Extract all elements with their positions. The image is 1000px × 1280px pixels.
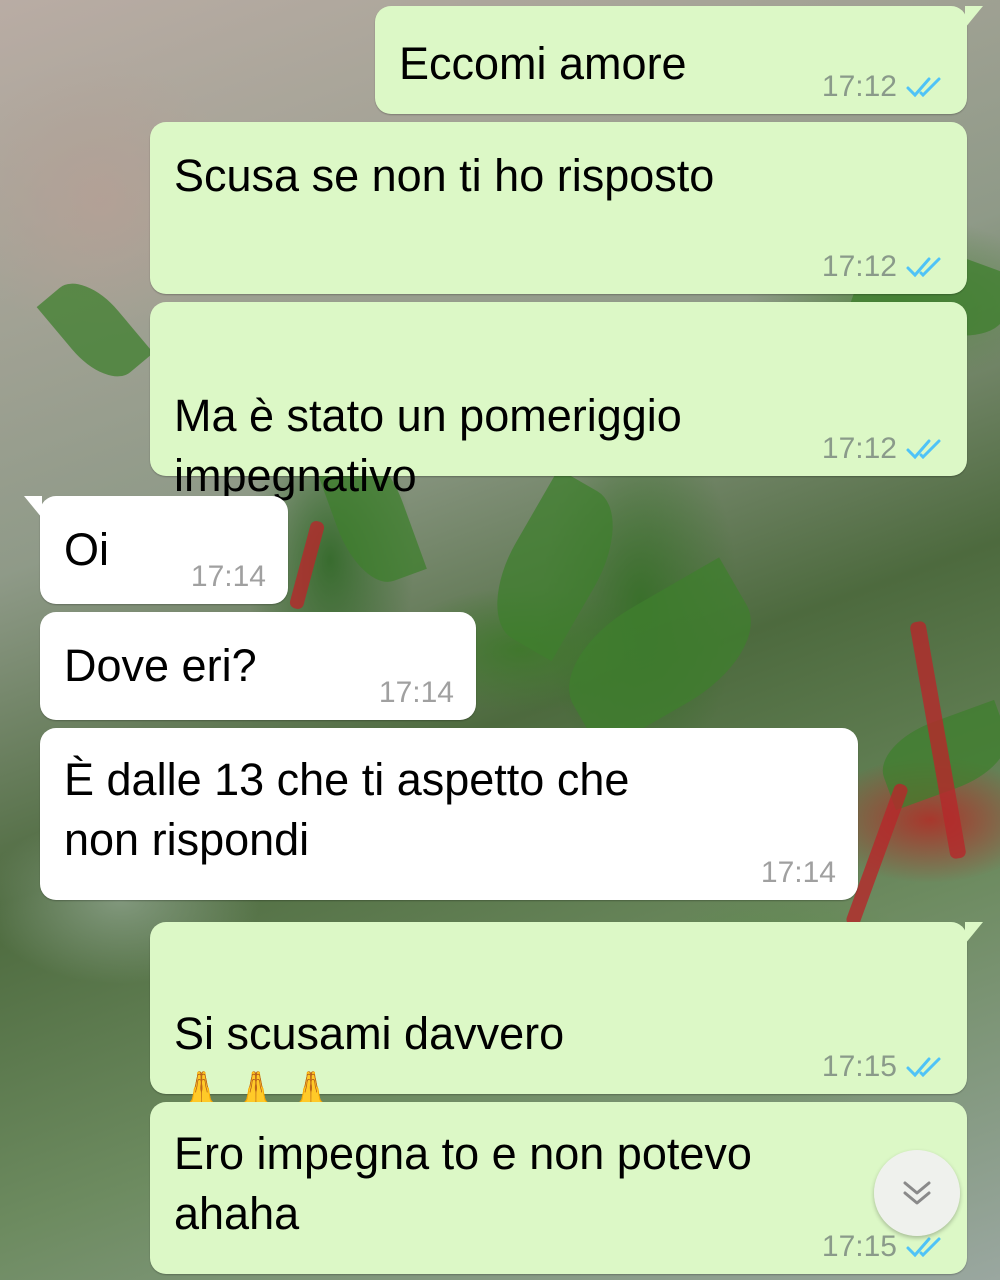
message-bubble-outgoing[interactable]: Eccomi amore 17:12 — [375, 6, 983, 114]
double-check-icon — [906, 257, 941, 278]
scroll-to-bottom-button[interactable] — [874, 1150, 960, 1236]
message-time: 17:14 — [190, 560, 266, 593]
message-text: Ero impegna to e non potevo ahaha — [174, 1128, 752, 1239]
message-text: Scusa se non ti ho risposto — [174, 150, 715, 201]
message-meta: 17:15 — [822, 1050, 945, 1084]
message-text: Dove eri? — [64, 640, 257, 691]
message-bubble-incoming[interactable]: Dove eri? 17:14 — [40, 612, 476, 720]
message-meta: 17:14 — [191, 560, 266, 594]
double-check-icon — [906, 439, 941, 460]
message-meta: 17:15 — [822, 1230, 945, 1264]
message-bubble-incoming[interactable]: Oi 17:14 — [24, 496, 288, 604]
chevron-down-icon — [903, 1181, 931, 1205]
message-text: Eccomi amore — [399, 38, 687, 89]
message-bubble-incoming[interactable]: È dalle 13 che ti aspetto che non rispon… — [40, 728, 858, 900]
message-time: 17:12 — [821, 432, 897, 465]
message-bubble-outgoing[interactable]: Ero impegna to e non potevo ahaha 17:15 — [150, 1102, 967, 1274]
message-time: 17:15 — [821, 1230, 897, 1263]
message-time: 17:15 — [821, 1050, 897, 1083]
message-bubble-outgoing[interactable]: Si scusami davvero 🙏🙏🙏 17:15 — [150, 922, 983, 1120]
message-meta: 17:14 — [761, 856, 836, 890]
message-text-content: Ma è stato un pomeriggio impegnativo — [174, 390, 682, 501]
message-bubble-outgoing[interactable]: Scusa se non ti ho risposto 17:12 — [150, 122, 967, 294]
double-check-icon — [906, 77, 941, 98]
message-text: Si scusami davvero 🙏🙏🙏 — [174, 944, 564, 1125]
message-meta: 17:12 — [822, 70, 945, 104]
message-time: 17:14 — [760, 856, 836, 889]
double-check-icon — [906, 1237, 941, 1258]
message-meta: 17:14 — [379, 676, 454, 710]
message-meta: 17:12 — [822, 432, 945, 466]
message-text: È dalle 13 che ti aspetto che non rispon… — [64, 754, 630, 865]
message-time: 17:14 — [378, 676, 454, 709]
message-meta: 17:12 — [822, 250, 945, 284]
message-time: 17:12 — [821, 70, 897, 103]
message-bubble-outgoing[interactable]: Ma è stato un pomeriggio impegnativo 🤣🤣 … — [150, 302, 967, 562]
double-check-icon — [906, 1057, 941, 1078]
message-text-content: Si scusami davvero — [174, 1008, 565, 1059]
message-text: Oi — [64, 524, 109, 575]
message-time: 17:12 — [821, 250, 897, 283]
